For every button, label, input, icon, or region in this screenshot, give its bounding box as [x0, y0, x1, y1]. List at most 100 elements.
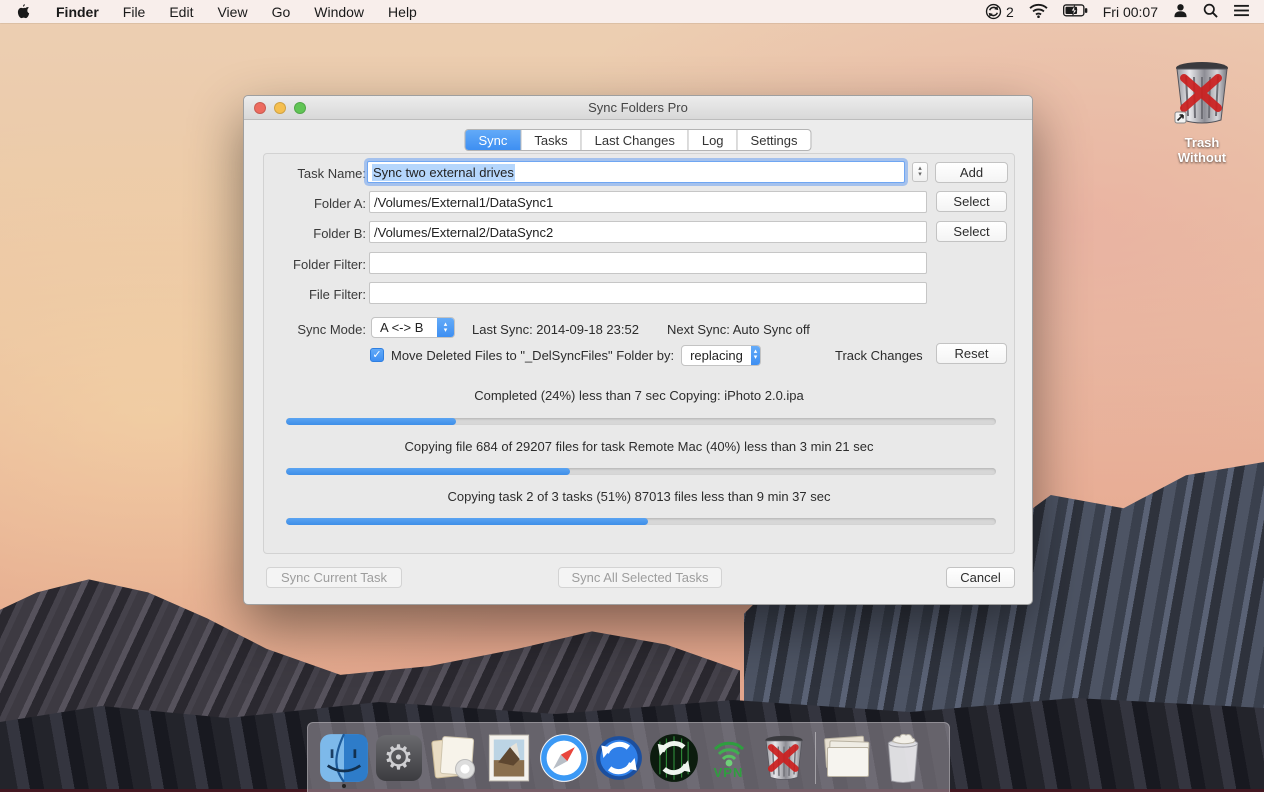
move-deleted-mode-dropdown[interactable]: replacing ▴▾	[681, 345, 761, 366]
progress-3-bar	[286, 518, 996, 525]
blue-sync-icon	[594, 733, 644, 783]
progress-1-fill	[286, 418, 456, 425]
dock-trash[interactable]	[875, 727, 930, 789]
menu-clock[interactable]: Fri 00:07	[1103, 4, 1158, 20]
menu-item-finder[interactable]: Finder	[44, 0, 111, 23]
folder-filter-input[interactable]	[369, 252, 927, 274]
dock-separator	[815, 732, 816, 784]
menu-bar: Finder File Edit View Go Window Help 2	[0, 0, 1264, 23]
vpn-icon: VPN	[709, 737, 749, 779]
battery-menu-icon[interactable]	[1063, 4, 1088, 20]
move-deleted-label: Move Deleted Files to "_DelSyncFiles" Fo…	[391, 348, 674, 363]
desktop-trash-alias[interactable]: Trash Without	[1160, 58, 1244, 165]
track-changes-label: Track Changes	[835, 348, 923, 363]
dock-finder[interactable]	[316, 727, 371, 789]
folder-a-input[interactable]	[369, 191, 927, 213]
dropdown-arrows-icon: ▴▾	[751, 346, 760, 365]
user-menu-icon[interactable]	[1173, 3, 1188, 21]
trash-with-x-icon	[759, 733, 809, 783]
desktop-icon-label: Trash Without	[1160, 135, 1244, 165]
green-sync-icon	[649, 733, 699, 783]
folder-b-input[interactable]	[369, 221, 927, 243]
dock-mail[interactable]	[481, 727, 536, 789]
sync-mode-dropdown[interactable]: A <-> B ▴▾	[371, 317, 455, 338]
tab-tasks[interactable]: Tasks	[521, 130, 581, 150]
folder-b-select-button[interactable]: Select	[936, 221, 1007, 242]
documents-icon	[431, 735, 477, 781]
dock-documents-app[interactable]	[426, 727, 481, 789]
tab-log[interactable]: Log	[689, 130, 738, 150]
file-filter-label: File Filter:	[270, 287, 366, 302]
finder-icon	[319, 733, 369, 783]
minimize-button[interactable]	[274, 102, 286, 114]
menu-item-window[interactable]: Window	[302, 0, 376, 23]
cancel-button[interactable]: Cancel	[946, 567, 1015, 588]
dock-green-sync-app[interactable]	[646, 727, 701, 789]
mail-stamp-icon	[484, 733, 534, 783]
apple-logo-icon	[16, 3, 30, 20]
desktop: Finder File Edit View Go Window Help 2	[0, 0, 1264, 792]
task-name-label: Task Name:	[270, 166, 366, 181]
gear-icon: ⚙	[376, 735, 422, 781]
folder-a-label: Folder A:	[270, 196, 366, 211]
spotlight-search-icon[interactable]	[1203, 3, 1218, 21]
dock-sync-folders-pro[interactable]	[591, 727, 646, 789]
task-name-stepper[interactable]: ▴▾	[912, 162, 928, 182]
progress-1-text: Completed (24%) less than 7 sec Copying:…	[264, 388, 1014, 403]
dock-system-preferences[interactable]: ⚙	[371, 727, 426, 789]
dock-trash-without-app[interactable]	[756, 727, 811, 789]
sync-mode-label: Sync Mode:	[270, 322, 366, 337]
window-title: Sync Folders Pro	[588, 100, 688, 115]
dock-safari[interactable]	[536, 727, 591, 789]
task-name-input[interactable]: Sync two external drives	[367, 161, 905, 183]
tab-settings[interactable]: Settings	[738, 130, 811, 150]
sync-circle-icon	[985, 3, 1002, 20]
sync-current-task-button[interactable]: Sync Current Task	[266, 567, 402, 588]
reset-button[interactable]: Reset	[936, 343, 1007, 364]
tab-last-changes[interactable]: Last Changes	[582, 130, 689, 150]
dropdown-arrows-icon: ▴▾	[437, 318, 454, 337]
task-name-selected-text: Sync two external drives	[372, 164, 515, 181]
progress-2-fill	[286, 468, 570, 475]
sync-panel: Task Name: Sync two external drives ▴▾ A…	[263, 153, 1015, 554]
menu-item-edit[interactable]: Edit	[157, 0, 205, 23]
sync-all-selected-tasks-button[interactable]: Sync All Selected Tasks	[558, 567, 722, 588]
dock-window-stack[interactable]	[820, 727, 875, 789]
menu-item-help[interactable]: Help	[376, 0, 429, 23]
menu-item-file[interactable]: File	[111, 0, 158, 23]
last-sync-text: Last Sync: 2014-09-18 23:52	[472, 322, 639, 337]
file-filter-input[interactable]	[369, 282, 927, 304]
trash-full-icon	[878, 733, 928, 783]
progress-1-bar	[286, 418, 996, 425]
stepper-down-icon: ▾	[918, 172, 922, 178]
notification-center-icon[interactable]	[1233, 4, 1250, 20]
tab-bar: Sync Tasks Last Changes Log Settings	[464, 129, 811, 151]
progress-3-fill	[286, 518, 648, 525]
progress-3-text: Copying task 2 of 3 tasks (51%) 87013 fi…	[264, 489, 1014, 504]
apple-menu[interactable]	[0, 0, 44, 23]
folder-filter-label: Folder Filter:	[270, 257, 366, 272]
safari-compass-icon	[539, 733, 589, 783]
sync-task-count: 2	[1006, 4, 1014, 20]
zoom-button[interactable]	[294, 102, 306, 114]
window-stack-icon	[825, 737, 871, 779]
sync-status-menu-extra[interactable]: 2	[985, 3, 1014, 20]
dock: ⚙	[307, 722, 950, 792]
sync-mode-value: A <-> B	[372, 320, 431, 335]
folder-b-label: Folder B:	[270, 226, 366, 241]
next-sync-text: Next Sync: Auto Sync off	[667, 322, 810, 337]
menu-item-view[interactable]: View	[205, 0, 259, 23]
menu-item-go[interactable]: Go	[260, 0, 303, 23]
wifi-menu-icon[interactable]	[1029, 3, 1048, 21]
move-deleted-checkbox[interactable]: ✓	[370, 348, 384, 362]
tab-sync[interactable]: Sync	[465, 130, 521, 150]
move-deleted-mode-value: replacing	[682, 348, 751, 363]
close-button[interactable]	[254, 102, 266, 114]
folder-a-select-button[interactable]: Select	[936, 191, 1007, 212]
running-indicator	[342, 784, 346, 788]
sync-folders-pro-window: Sync Folders Pro Sync Tasks Last Changes…	[243, 95, 1033, 605]
dock-vpn-app[interactable]: VPN	[701, 727, 756, 789]
progress-2-text: Copying file 684 of 29207 files for task…	[264, 439, 1014, 454]
window-titlebar[interactable]: Sync Folders Pro	[244, 96, 1032, 120]
add-task-button[interactable]: Add	[935, 162, 1008, 183]
